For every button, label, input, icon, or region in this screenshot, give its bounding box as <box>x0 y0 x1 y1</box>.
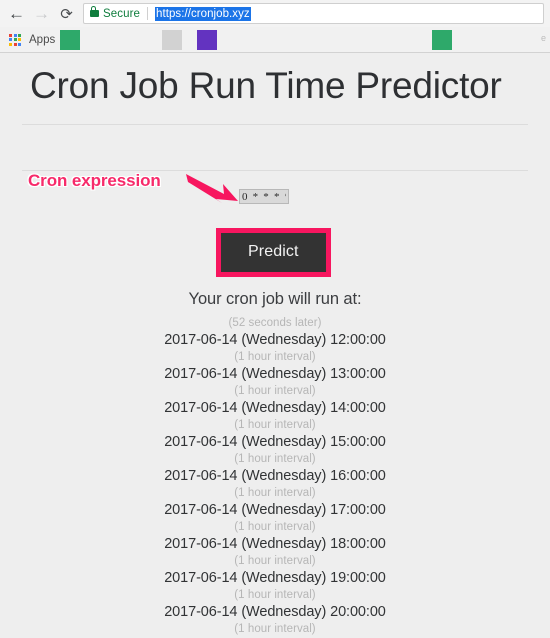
run-time-row: 2017-06-14 (Wednesday) 20:00:00 <box>164 604 386 620</box>
divider-top <box>22 124 528 125</box>
interval-note: (1 hour interval) <box>234 589 316 601</box>
predict-button-highlight: Predict <box>216 228 331 277</box>
lock-icon <box>90 6 99 17</box>
run-time-row: 2017-06-14 (Wednesday) 13:00:00 <box>164 366 386 382</box>
interval-note: (1 hour interval) <box>234 623 316 635</box>
cron-expression-input[interactable] <box>239 189 289 204</box>
forward-icon: → <box>33 3 50 23</box>
security-status-label: Secure <box>103 7 141 20</box>
run-time-row: 2017-06-14 (Wednesday) 18:00:00 <box>164 536 386 552</box>
apps-grid-icon[interactable] <box>9 33 21 46</box>
interval-note: (1 hour interval) <box>234 521 316 533</box>
interval-note: (1 hour interval) <box>234 487 316 499</box>
results-heading: Your cron job will run at: <box>188 290 362 308</box>
bookmarks-bar: Apps e <box>0 27 550 53</box>
url-text[interactable]: https://cronjob.xyz <box>155 6 251 21</box>
omnibox-divider <box>147 7 149 20</box>
apps-label[interactable]: Apps <box>29 34 55 46</box>
bookmark-purple[interactable] <box>197 30 217 50</box>
arrow-pointer-icon <box>186 174 238 203</box>
predict-button[interactable]: Predict <box>221 233 326 272</box>
interval-note: (1 hour interval) <box>234 419 316 431</box>
bookmark-green-2[interactable] <box>432 30 452 50</box>
interval-note: (1 hour interval) <box>234 453 316 465</box>
page-content: Cron Job Run Time Predictor Cron express… <box>0 53 550 638</box>
run-time-row: 2017-06-14 (Wednesday) 16:00:00 <box>164 468 386 484</box>
run-time-row: 2017-06-14 (Wednesday) 12:00:00 <box>164 332 386 348</box>
run-time-row: 2017-06-14 (Wednesday) 15:00:00 <box>164 434 386 450</box>
first-interval-note: (52 seconds later) <box>228 317 322 329</box>
reload-icon[interactable]: ⟳ <box>54 1 79 26</box>
bookmark-green-1[interactable] <box>60 30 80 50</box>
run-time-row: 2017-06-14 (Wednesday) 19:00:00 <box>164 570 386 586</box>
interval-note: (1 hour interval) <box>234 385 316 397</box>
annotation-label: Cron expression <box>28 171 161 190</box>
results-list: (52 seconds later) 2017-06-14 (Wednesday)… <box>0 316 550 638</box>
page-title: Cron Job Run Time Predictor <box>30 65 502 106</box>
browser-chrome: ← → ⟳ Secure https://cronjob.xyz Apps e <box>0 0 550 53</box>
browser-toolbar: ← → ⟳ Secure https://cronjob.xyz <box>0 0 550 27</box>
interval-note: (1 hour interval) <box>234 555 316 567</box>
address-bar[interactable]: Secure https://cronjob.xyz <box>83 3 544 24</box>
run-time-row: 2017-06-14 (Wednesday) 17:00:00 <box>164 502 386 518</box>
back-icon[interactable]: ← <box>4 1 29 26</box>
bookmarks-overflow-glyph: e <box>540 33 546 43</box>
interval-note: (1 hour interval) <box>234 351 316 363</box>
run-time-row: 2017-06-14 (Wednesday) 14:00:00 <box>164 400 386 416</box>
bookmark-gray[interactable] <box>162 30 182 50</box>
